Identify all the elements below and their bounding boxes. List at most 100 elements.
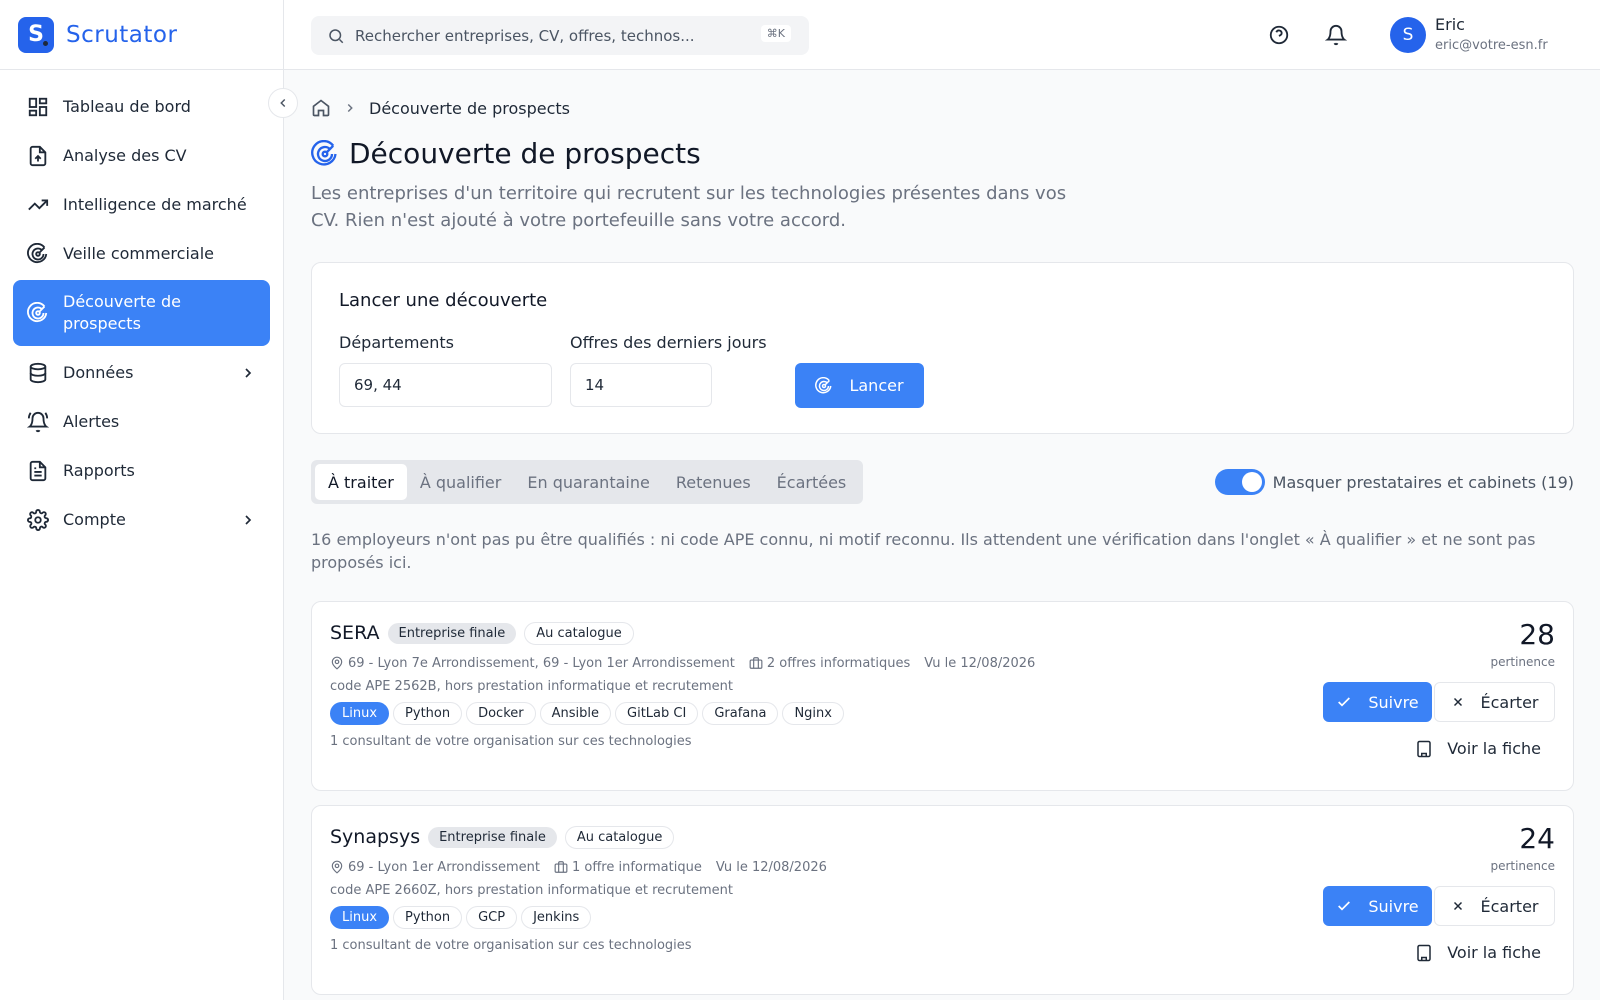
help-icon[interactable] bbox=[1268, 24, 1290, 46]
tech-tag: Nginx bbox=[782, 702, 844, 725]
tab-to-process[interactable]: À traiter bbox=[315, 464, 407, 500]
radar-icon bbox=[27, 242, 48, 263]
sidebar-item-alerts[interactable]: Alertes bbox=[13, 397, 270, 446]
user-email: eric@votre-esn.fr bbox=[1435, 38, 1548, 53]
home-icon[interactable] bbox=[311, 98, 331, 118]
follow-button-label: Suivre bbox=[1368, 692, 1419, 712]
sidebar-item-dashboard[interactable]: Tableau de bord bbox=[13, 82, 270, 131]
topbar: ⌘K S Eric eric@votre-esn.fr bbox=[284, 0, 1600, 70]
page-title: Découverte de prospects bbox=[349, 137, 701, 170]
sidebar-item-label: Intelligence de marché bbox=[63, 194, 247, 214]
discard-button[interactable]: Écarter bbox=[1434, 886, 1555, 926]
search-shortcut-hint: ⌘K bbox=[760, 25, 791, 42]
departments-input[interactable]: 69, 44 bbox=[339, 363, 552, 407]
company-type-badge: Entreprise finale bbox=[428, 826, 557, 848]
tech-tag: Python bbox=[393, 702, 463, 725]
prospect-card: Synapsys Entreprise finale Au catalogue … bbox=[311, 805, 1574, 995]
sidebar-collapse-button[interactable] bbox=[268, 88, 298, 118]
chevron-right-icon bbox=[245, 367, 252, 378]
briefcase-icon bbox=[554, 861, 568, 873]
tab-retained[interactable]: Retenues bbox=[663, 464, 764, 500]
search-input[interactable] bbox=[355, 26, 745, 45]
relevance-score: 24 bbox=[1519, 822, 1555, 855]
tab-to-qualify[interactable]: À qualifier bbox=[407, 464, 515, 500]
status-tabs: À traiter À qualifier En quarantaine Ret… bbox=[311, 460, 864, 504]
prospect-location: 69 - Lyon 7e Arrondissement, 69 - Lyon 1… bbox=[348, 655, 735, 671]
relevance-label: pertinence bbox=[1490, 859, 1555, 873]
sidebar: S Scrutator Tableau de bord Analyse des … bbox=[0, 0, 284, 1000]
dashboard-icon bbox=[28, 97, 48, 116]
gear-icon bbox=[27, 508, 49, 531]
discard-button-label: Écarter bbox=[1480, 692, 1539, 712]
prospect-seen-date: Vu le 12/08/2026 bbox=[715, 859, 827, 875]
sidebar-item-label: Compte bbox=[63, 509, 126, 529]
tech-tag: Python bbox=[393, 906, 463, 929]
view-profile-label: Voir la fiche bbox=[1447, 739, 1541, 758]
tab-discarded[interactable]: Écartées bbox=[764, 464, 860, 500]
breadcrumb: Découverte de prospects bbox=[311, 89, 1574, 127]
file-upload-icon bbox=[29, 145, 47, 166]
chevron-right-icon bbox=[245, 514, 252, 525]
bell-icon[interactable] bbox=[1325, 24, 1347, 46]
prospect-name[interactable]: SERA bbox=[330, 622, 380, 644]
tech-tag: Jenkins bbox=[521, 906, 592, 929]
days-input[interactable]: 14 bbox=[570, 363, 712, 407]
follow-button[interactable]: Suivre bbox=[1323, 682, 1432, 722]
brand-name: Scrutator bbox=[66, 21, 178, 48]
hide-providers-toggle[interactable] bbox=[1214, 469, 1265, 495]
launch-card-title: Lancer une découverte bbox=[339, 290, 548, 311]
sidebar-item-commercial-watch[interactable]: Veille commerciale bbox=[13, 229, 270, 278]
brand[interactable]: S Scrutator bbox=[0, 0, 283, 70]
user-name: Eric bbox=[1435, 15, 1465, 34]
unqualified-notice: 16 employeurs n'ont pas pu être qualifié… bbox=[311, 530, 1536, 572]
sidebar-item-label: Découverte de prospects bbox=[63, 292, 181, 333]
tech-tag: GitLab CI bbox=[615, 702, 699, 725]
search-icon bbox=[329, 28, 344, 43]
sidebar-item-cv-analysis[interactable]: Analyse des CV bbox=[13, 131, 270, 180]
sidebar-item-reports[interactable]: Rapports bbox=[13, 446, 270, 495]
view-profile-link[interactable]: Voir la fiche bbox=[1415, 943, 1541, 962]
avatar[interactable]: S bbox=[1390, 17, 1426, 53]
prospect-name[interactable]: Synapsys bbox=[330, 826, 420, 848]
breadcrumb-current: Découverte de prospects bbox=[369, 98, 570, 118]
catalog-badge: Au catalogue bbox=[524, 621, 634, 645]
sidebar-item-label: Tableau de bord bbox=[63, 96, 191, 116]
sidebar-item-prospect-discovery[interactable]: Découverte de prospects bbox=[13, 280, 270, 346]
building-icon bbox=[1417, 740, 1431, 757]
follow-button[interactable]: Suivre bbox=[1323, 886, 1432, 926]
company-type-badge: Entreprise finale bbox=[387, 622, 517, 644]
discard-button-label: Écarter bbox=[1480, 896, 1539, 916]
sidebar-item-label: Veille commerciale bbox=[63, 243, 214, 263]
close-icon bbox=[1453, 697, 1462, 707]
check-icon bbox=[1338, 697, 1351, 707]
brand-logo: S bbox=[18, 16, 54, 53]
discard-button[interactable]: Écarter bbox=[1434, 682, 1555, 722]
tech-tag: Ansible bbox=[539, 702, 612, 725]
page-title-row: Découverte de prospects bbox=[311, 137, 1574, 170]
launch-discovery-card: Lancer une découverte Départements 69, 4… bbox=[311, 262, 1574, 434]
radar-icon bbox=[815, 376, 832, 393]
search-box[interactable]: ⌘K bbox=[311, 16, 809, 55]
sidebar-item-label: Alertes bbox=[63, 411, 120, 431]
tab-quarantine[interactable]: En quarantaine bbox=[514, 464, 662, 500]
launch-button[interactable]: Lancer bbox=[795, 363, 924, 408]
hide-providers-label: Masquer prestataires et cabinets (19) bbox=[1272, 472, 1574, 492]
prospect-seen-date: Vu le 12/08/2026 bbox=[924, 655, 1036, 671]
launch-button-label: Lancer bbox=[849, 376, 904, 395]
main-content: Découverte de prospects Découverte de pr… bbox=[311, 70, 1574, 995]
building-icon bbox=[1417, 944, 1431, 961]
sidebar-item-market-intelligence[interactable]: Intelligence de marché bbox=[13, 180, 270, 229]
map-pin-icon bbox=[331, 656, 343, 670]
consultants-match: 1 consultant de votre organisation sur c… bbox=[330, 734, 692, 749]
view-profile-link[interactable]: Voir la fiche bbox=[1415, 739, 1541, 758]
departments-label: Départements bbox=[339, 333, 454, 352]
prospect-card: SERA Entreprise finale Au catalogue 69 -… bbox=[311, 601, 1574, 791]
tabs-row: À traiter À qualifier En quarantaine Ret… bbox=[311, 460, 1574, 504]
sidebar-item-account[interactable]: Compte bbox=[13, 495, 270, 544]
sidebar-item-label: Analyse des CV bbox=[63, 145, 187, 165]
page-description: Les entreprises d'un territoire qui recr… bbox=[311, 183, 1067, 231]
sidebar-item-data[interactable]: Données bbox=[13, 348, 270, 397]
check-icon bbox=[1338, 901, 1351, 911]
trending-up-icon bbox=[28, 199, 49, 210]
consultants-match: 1 consultant de votre organisation sur c… bbox=[330, 938, 692, 953]
